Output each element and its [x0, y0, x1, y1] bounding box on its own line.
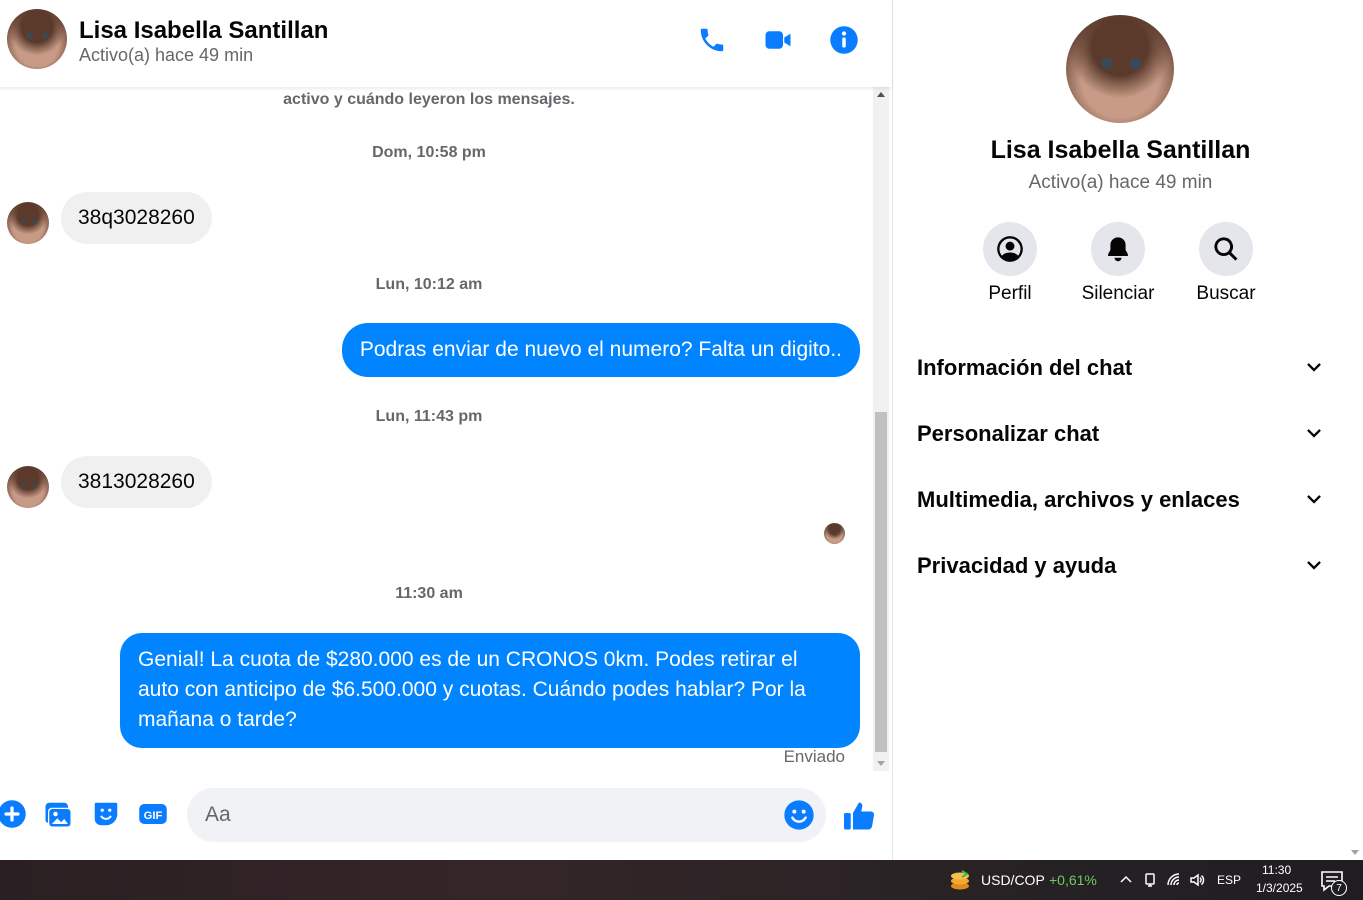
section-label: Personalizar chat: [917, 421, 1100, 446]
sticker-icon: [94, 802, 118, 826]
show-hidden-icons-button[interactable]: [1117, 870, 1135, 890]
attach-photo-button[interactable]: [42, 798, 74, 830]
contact-avatar[interactable]: [7, 9, 67, 69]
scroll-up-arrow-icon[interactable]: [877, 92, 885, 97]
more-actions-button[interactable]: [0, 798, 28, 830]
message-timestamp: Dom, 10:58 pm: [372, 144, 486, 161]
input-language[interactable]: ESP: [1217, 873, 1241, 887]
currency-pair[interactable]: USD/COP: [981, 872, 1045, 888]
contact-status: Activo(a) hace 49 min: [79, 45, 254, 65]
contact-avatar-small[interactable]: [7, 466, 49, 508]
video-call-button[interactable]: [758, 20, 798, 60]
photo-icon: [45, 802, 71, 827]
message-timestamp: 11:30 am: [395, 585, 463, 602]
clock-time[interactable]: 11:30: [1262, 863, 1291, 877]
chevron-down-icon: [1307, 561, 1321, 570]
contact-name[interactable]: Lisa Isabella Santillan: [79, 17, 328, 45]
currency-change: +0,61%: [1049, 872, 1097, 888]
panel-contact-name[interactable]: Lisa Isabella Santillan: [893, 136, 1348, 165]
panel-contact-status: Activo(a) hace 49 min: [1028, 172, 1213, 193]
video-call-icon: [765, 31, 791, 49]
message-timestamp: Lun, 10:12 am: [375, 276, 483, 293]
voice-call-button[interactable]: [692, 20, 732, 60]
chevron-down-icon: [1307, 363, 1321, 372]
device-icon: [1145, 873, 1155, 887]
mute-button[interactable]: Silenciar: [1073, 222, 1163, 305]
message-timestamp: Lun, 11:43 pm: [375, 408, 483, 425]
system-note: activo y cuándo leyeron los mensajes.: [283, 91, 575, 108]
scroll-down-arrow-icon[interactable]: [877, 761, 885, 766]
sent-status: Enviado: [783, 747, 845, 766]
plus-icon: [0, 800, 26, 828]
search-button[interactable]: Buscar: [1181, 222, 1271, 305]
mute-button-circle[interactable]: [1091, 222, 1145, 276]
volume-button[interactable]: [1188, 870, 1206, 890]
seen-indicator-avatar: [824, 523, 845, 544]
section-label: Privacidad y ayuda: [917, 553, 1117, 578]
like-icon[interactable]: [841, 798, 877, 834]
message-list-scrollbar[interactable]: [873, 87, 889, 771]
gif-button[interactable]: GIF: [137, 798, 169, 830]
outgoing-message[interactable]: Podras enviar de nuevo el numero? Falta …: [341, 323, 860, 377]
scrollbar-thumb[interactable]: [875, 412, 887, 752]
section-label: Información del chat: [917, 355, 1133, 380]
mute-label: Silenciar: [1081, 283, 1155, 304]
profile-label: Perfil: [988, 283, 1032, 304]
clock-date[interactable]: 1/3/2025: [1256, 881, 1303, 895]
search-label: Buscar: [1196, 283, 1256, 304]
outgoing-message[interactable]: Genial! La cuota de $280.000 es de un CR…: [120, 633, 860, 748]
gif-icon: GIF: [139, 804, 167, 824]
chevron-down-icon: [1307, 429, 1321, 438]
section-label: Multimedia, archivos y enlaces: [917, 487, 1240, 512]
message-list[interactable]: activo y cuándo leyeron los mensajes. Do…: [0, 87, 873, 771]
info-icon: [830, 26, 858, 54]
phone-icon: [700, 28, 724, 52]
notification-count-badge: 7: [1331, 880, 1347, 896]
chevron-up-icon: [1120, 875, 1132, 883]
info-panel-scrollbar[interactable]: [1347, 0, 1363, 860]
contact-avatar-small[interactable]: [7, 202, 49, 244]
incoming-message[interactable]: 3813028260: [61, 456, 212, 508]
taskbar: USD/COP +0,61% ESP 11:30 1/3/2025 7: [0, 860, 1363, 900]
section-chat-info[interactable]: Información del chat: [917, 348, 1325, 388]
scroll-down-arrow-icon[interactable]: [1351, 850, 1359, 855]
emoji-icon[interactable]: [783, 799, 815, 831]
chat-header: Lisa Isabella Santillan Activo(a) hace 4…: [0, 0, 892, 87]
profile-picture[interactable]: [1066, 15, 1174, 123]
messenger-window: Lisa Isabella Santillan Activo(a) hace 4…: [0, 0, 1363, 900]
currency-widget-icon[interactable]: [948, 869, 972, 891]
network-button[interactable]: [1165, 870, 1183, 890]
profile-button[interactable]: Perfil: [965, 222, 1055, 305]
chevron-down-icon: [1307, 495, 1321, 504]
incoming-message[interactable]: 38q3028260: [61, 192, 212, 244]
speaker-icon: [1190, 873, 1205, 887]
sticker-button[interactable]: [90, 798, 122, 830]
svg-text:GIF: GIF: [144, 810, 163, 822]
wifi-icon: [1167, 873, 1180, 886]
conversation-info-button[interactable]: [824, 20, 864, 60]
profile-icon: [997, 236, 1023, 262]
section-customize-chat[interactable]: Personalizar chat: [917, 414, 1325, 454]
search-button-circle[interactable]: [1199, 222, 1253, 276]
section-privacy-support[interactable]: Privacidad y ayuda: [917, 546, 1325, 586]
section-media-files-links[interactable]: Multimedia, archivos y enlaces: [917, 480, 1325, 520]
message-composer: GIF: [0, 771, 892, 860]
profile-button-circle[interactable]: [983, 222, 1037, 276]
message-input[interactable]: [187, 788, 826, 842]
search-icon: [1214, 237, 1238, 261]
bell-icon: [1108, 237, 1128, 262]
device-button[interactable]: [1141, 870, 1159, 890]
conversation-info-panel: Lisa Isabella Santillan Activo(a) hace 4…: [892, 0, 1347, 860]
